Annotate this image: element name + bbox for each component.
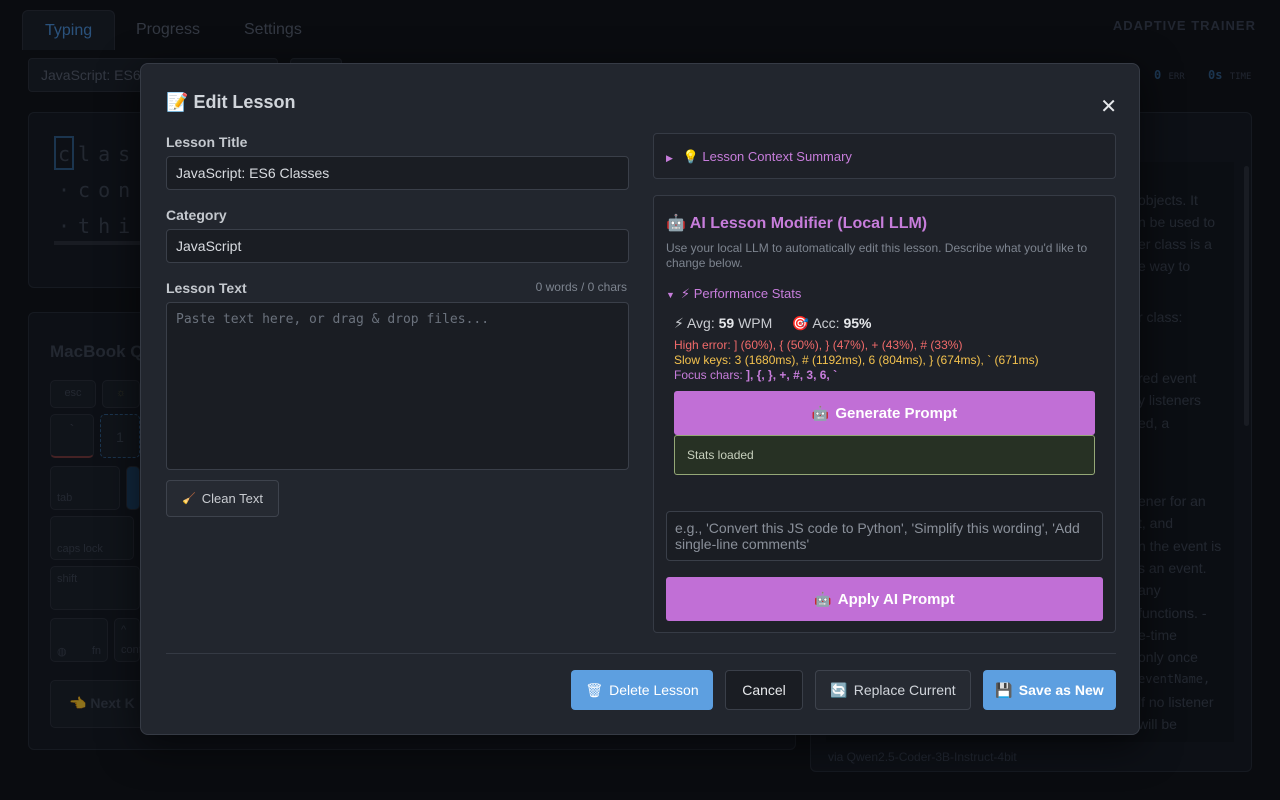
ai-modifier-description: Use your local LLM to automatically edit… xyxy=(666,241,1088,270)
apply-ai-prompt-button[interactable]: 🤖 Apply AI Prompt xyxy=(666,577,1103,621)
floppy-disk-icon: 💾 xyxy=(995,681,1013,698)
ai-prompt-input[interactable] xyxy=(666,511,1103,561)
collapse-triangle-icon: ▼ xyxy=(666,290,675,300)
avg-wpm-value: 59 xyxy=(718,315,735,331)
category-input[interactable] xyxy=(166,229,629,263)
clean-text-button[interactable]: 🧹 Clean Text xyxy=(166,480,279,517)
target-icon: 🎯 xyxy=(791,315,810,331)
replace-current-button[interactable]: 🔄 Replace Current xyxy=(815,670,971,710)
lightning-icon: ⚡ xyxy=(680,286,691,301)
word-char-count: 0 words / 0 chars xyxy=(535,280,627,294)
lightning-icon: ⚡ xyxy=(674,315,684,331)
focus-chars: Focus chars: ], {, }, +, #, 3, 6, ` xyxy=(674,368,838,382)
memo-icon: 📝 xyxy=(166,92,189,112)
lesson-title-label: Lesson Title xyxy=(166,134,248,150)
lesson-text-input[interactable] xyxy=(166,302,629,470)
lesson-context-summary-toggle[interactable]: ▶ 💡 Lesson Context Summary xyxy=(653,133,1116,179)
generate-prompt-button[interactable]: 🤖 Generate Prompt xyxy=(674,391,1095,435)
expand-triangle-icon: ▶ xyxy=(666,153,673,163)
broom-icon: 🧹 xyxy=(182,493,196,505)
cancel-button[interactable]: Cancel xyxy=(725,670,803,710)
status-message: Stats loaded xyxy=(674,435,1095,475)
lesson-text-label: Lesson Text xyxy=(166,280,247,296)
accuracy-value: 95% xyxy=(843,315,872,331)
robot-icon: 🤖 xyxy=(666,215,686,232)
category-label: Category xyxy=(166,207,227,223)
performance-stats-toggle[interactable]: ▼ ⚡ Performance Stats xyxy=(666,286,801,302)
slow-keys: Slow keys: 3 (1680ms), # (1192ms), 6 (80… xyxy=(674,353,1039,367)
high-error-keys: High error: ] (60%), { (50%), } (47%), +… xyxy=(674,338,963,352)
ai-lesson-modifier: 🤖 AI Lesson Modifier (Local LLM) Use you… xyxy=(653,195,1116,633)
delete-lesson-button[interactable]: 🗑 Delete Lesson xyxy=(571,670,713,710)
robot-icon: 🤖 xyxy=(811,404,830,421)
robot-icon: 🤖 xyxy=(814,590,832,607)
trash-icon: 🗑 xyxy=(585,681,604,698)
modal-title: 📝 Edit Lesson xyxy=(166,92,296,112)
ai-modifier-title: 🤖 AI Lesson Modifier (Local LLM) xyxy=(666,215,928,232)
footer-divider xyxy=(166,653,1116,654)
lesson-title-input[interactable] xyxy=(166,156,629,190)
save-as-new-button[interactable]: 💾 Save as New xyxy=(983,670,1116,710)
refresh-icon: 🔄 xyxy=(830,681,848,698)
edit-lesson-modal: 📝 Edit Lesson ✕ Lesson Title Category Le… xyxy=(140,63,1140,735)
lightbulb-icon: 💡 xyxy=(682,149,699,164)
close-icon: ✕ xyxy=(1100,96,1117,118)
avg-accuracy-row: ⚡ Avg: 59 WPM 🎯 Acc: 95% xyxy=(674,315,872,331)
close-button[interactable]: ✕ xyxy=(1100,94,1117,119)
